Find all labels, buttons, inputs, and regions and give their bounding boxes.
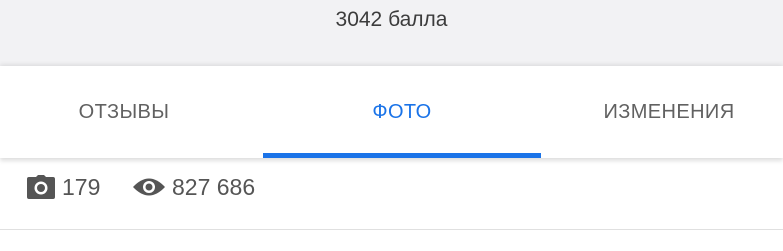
tab-reviews[interactable]: ОТЗЫВЫ — [0, 66, 248, 158]
photo-count-value: 179 — [62, 173, 101, 200]
stats-row: 179 827 686 — [0, 158, 783, 228]
eye-icon — [132, 176, 166, 198]
points-total: 3042 балла — [335, 8, 448, 31]
active-tab-indicator — [263, 153, 541, 158]
divider — [0, 229, 783, 230]
view-count-value: 827 686 — [172, 173, 256, 200]
tab-bar: ОТЗЫВЫ ФОТО ИЗМЕНЕНИЯ — [0, 66, 783, 158]
camera-icon — [26, 174, 56, 200]
view-count: 827 686 — [132, 172, 255, 202]
photo-count: 179 — [26, 172, 100, 202]
tab-changes[interactable]: ИЗМЕНЕНИЯ — [555, 66, 783, 158]
tab-photo[interactable]: ФОТО — [263, 66, 541, 158]
points-bar: 3042 балла — [0, 0, 783, 66]
